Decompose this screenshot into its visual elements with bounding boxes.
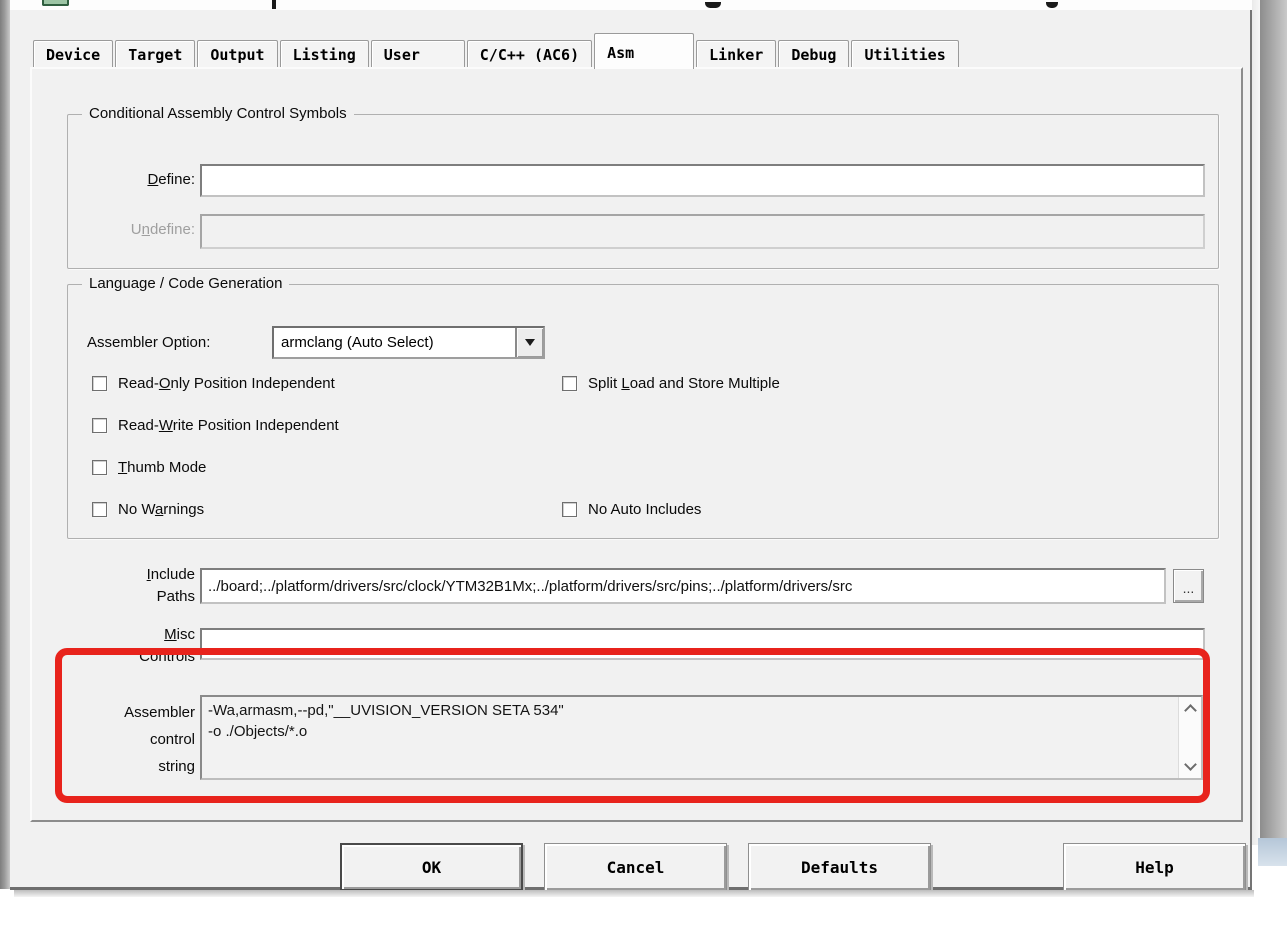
dialog-right-shadow [1252,0,1260,845]
options-dialog: Device Target Output Listing User C/C++ … [10,10,1252,890]
background-app-panel [1258,838,1287,866]
define-label: Define: [110,171,195,188]
group-title: Conditional Assembly Control Symbols [82,105,354,122]
ok-button[interactable]: OK [340,843,523,891]
group-title: Language / Code Generation [82,275,289,292]
define-input[interactable] [200,164,1205,197]
tab-linker[interactable]: Linker [696,40,776,69]
tab-asm[interactable]: Asm [594,33,694,69]
checkbox-split-load-store[interactable]: Split Load and Store Multiple [562,375,780,392]
assembler-option-value: armclang (Auto Select) [274,334,515,351]
checkbox-icon[interactable] [92,418,107,433]
undefine-label: Undefine: [92,221,195,238]
tab-listing[interactable]: Listing [280,40,369,69]
checkbox-icon[interactable] [562,502,577,517]
asm-tab-page: Conditional Assembly Control Symbols Def… [30,67,1243,822]
window-left-edge [0,0,10,889]
tab-user[interactable]: User [371,40,465,69]
tab-device[interactable]: Device [33,40,113,69]
misc-controls-label: Misc Controls [92,624,195,668]
checkbox-icon[interactable] [92,376,107,391]
window-right-edge [1260,0,1287,838]
titlebar-text-fragment [1046,2,1058,8]
dialog-bottom-shadow [14,890,1254,897]
assembler-control-string-text: -Wa,armasm,--pd,"__UVISION_VERSION SETA … [202,697,1178,778]
cancel-button[interactable]: Cancel [544,843,727,891]
tab-target[interactable]: Target [115,40,195,69]
target-icon [42,0,69,6]
help-button[interactable]: Help [1063,843,1246,891]
checkbox-no-auto-includes[interactable]: No Auto Includes [562,501,701,518]
assembler-option-label: Assembler Option: [87,334,210,351]
include-paths-input[interactable]: ../board;../platform/drivers/src/clock/Y… [200,568,1166,604]
scroll-up-icon[interactable] [1184,704,1197,717]
scroll-down-icon[interactable] [1184,758,1197,771]
assembler-control-string-box[interactable]: -Wa,armasm,--pd,"__UVISION_VERSION SETA … [200,695,1203,780]
vertical-scrollbar[interactable] [1178,697,1201,778]
include-paths-label: Include Paths [92,564,195,608]
tab-c-cpp-ac6[interactable]: C/C++ (AC6) [467,40,592,69]
checkbox-icon[interactable] [92,502,107,517]
options-for-target-dialog-screenshot: Device Target Output Listing User C/C++ … [0,0,1287,925]
tab-strip: Device Target Output Listing User C/C++ … [33,35,961,69]
chevron-down-icon [525,339,535,346]
checkbox-read-only-pi[interactable]: Read-Only Position Independent [92,375,335,392]
include-paths-browse-button[interactable]: ... [1173,569,1204,603]
misc-controls-input[interactable] [200,628,1205,660]
checkbox-read-write-pi[interactable]: Read-Write Position Independent [92,417,339,434]
combobox-dropdown-button[interactable] [515,328,543,357]
tab-output[interactable]: Output [197,40,277,69]
tab-debug[interactable]: Debug [778,40,849,69]
titlebar-text-fragment [272,0,276,9]
undefine-input [200,214,1205,249]
defaults-button[interactable]: Defaults [748,843,931,891]
assembler-control-string-label: Assembler control string [92,699,195,780]
titlebar-text-fragment [705,2,721,8]
titlebar-cropped-strip [10,0,1252,10]
assembler-option-combobox[interactable]: armclang (Auto Select) [272,326,545,359]
checkbox-icon[interactable] [562,376,577,391]
checkbox-icon[interactable] [92,460,107,475]
checkbox-thumb-mode[interactable]: Thumb Mode [92,459,206,476]
checkbox-no-warnings[interactable]: No Warnings [92,501,204,518]
tab-utilities[interactable]: Utilities [851,40,958,69]
